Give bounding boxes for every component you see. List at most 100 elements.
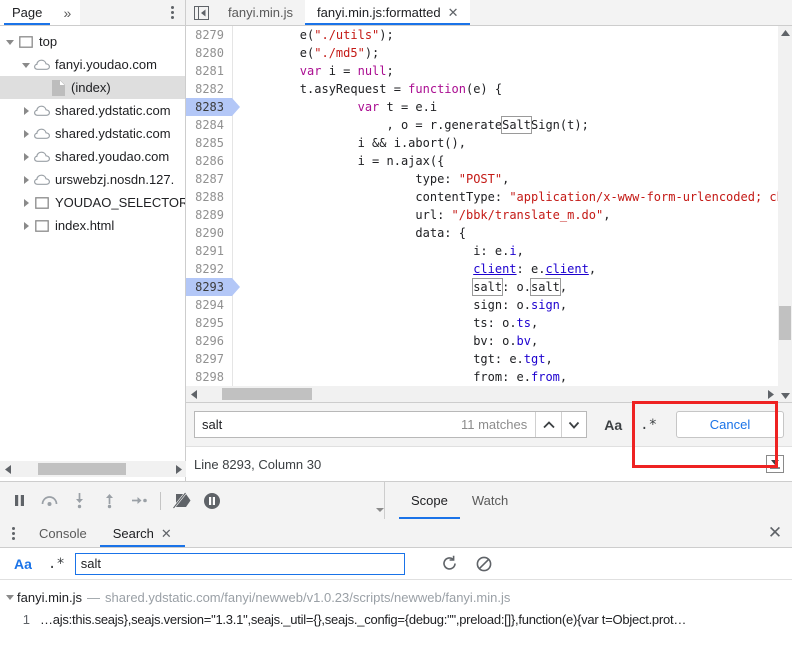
code-line[interactable]: 8288 contentType: "application/x-www-for… xyxy=(186,188,792,206)
navigator-horizontal-scrollbar[interactable] xyxy=(0,461,186,477)
drawer-tab-console[interactable]: Console xyxy=(26,519,100,547)
close-icon[interactable]: ✕ xyxy=(161,527,172,540)
chevron-right-icon[interactable] xyxy=(20,197,32,209)
drawer-more-options-button[interactable] xyxy=(0,519,26,547)
search-regex-button[interactable]: .* xyxy=(40,556,73,572)
tree-item-index[interactable]: (index) xyxy=(0,76,185,99)
code-line[interactable]: 8292 client: e.client, xyxy=(186,260,792,278)
scroll-left-arrow-icon[interactable] xyxy=(186,386,202,402)
step-into-button[interactable] xyxy=(64,486,94,516)
navigator-more-tabs-button[interactable]: » xyxy=(54,0,81,25)
drawer-tab-search[interactable]: Search ✕ xyxy=(99,519,185,547)
line-number[interactable]: 8288 xyxy=(186,188,232,206)
line-number[interactable]: 8281 xyxy=(186,62,232,80)
drawer-close-button[interactable]: ✕ xyxy=(758,519,792,547)
navigator-more-options-button[interactable] xyxy=(159,0,185,25)
code-line[interactable]: 8295 ts: o.ts, xyxy=(186,314,792,332)
scroll-right-arrow-icon[interactable] xyxy=(762,386,778,402)
tree-item-youdao-selector[interactable]: YOUDAO_SELECTOR xyxy=(0,191,185,214)
tree-item-shared-youdao-com[interactable]: shared.youdao.com xyxy=(0,145,185,168)
chevron-right-icon[interactable] xyxy=(20,151,32,163)
navigator-scroll-track[interactable] xyxy=(16,461,170,477)
find-next-button[interactable] xyxy=(561,412,587,437)
chevron-right-icon[interactable] xyxy=(20,128,32,140)
code-line[interactable]: 8294 sign: o.sign, xyxy=(186,296,792,314)
line-number[interactable]: 8286 xyxy=(186,152,232,170)
code-line[interactable]: 8297 tgt: e.tgt, xyxy=(186,350,792,368)
editor-tab-fanyi-min-js[interactable]: fanyi.min.js xyxy=(216,0,306,25)
line-number[interactable]: 8285 xyxy=(186,134,232,152)
code-line[interactable]: 8283 var t = e.i xyxy=(186,98,792,116)
tree-item-index-html[interactable]: index.html xyxy=(0,214,185,237)
search-clear-button[interactable] xyxy=(467,551,501,577)
line-number[interactable]: 8298 xyxy=(186,368,232,386)
pause-script-execution-button[interactable] xyxy=(4,486,34,516)
line-number[interactable]: 8283 xyxy=(186,98,240,116)
tree-item-shared-ydstatic-com[interactable]: shared.ydstatic.com xyxy=(0,122,185,145)
step-button[interactable] xyxy=(124,486,154,516)
line-number[interactable]: 8294 xyxy=(186,296,232,314)
code-line[interactable]: 8293 salt: o.salt, xyxy=(186,278,792,296)
editor-scroll-track[interactable] xyxy=(202,386,762,402)
scroll-up-arrow-icon[interactable] xyxy=(778,26,792,40)
code-line[interactable]: 8286 i = n.ajax({ xyxy=(186,152,792,170)
chevron-right-icon[interactable] xyxy=(20,105,32,117)
find-input-container[interactable]: 11 matches xyxy=(194,411,588,438)
code-line[interactable]: 8296 bv: o.bv, xyxy=(186,332,792,350)
find-previous-button[interactable] xyxy=(536,412,562,437)
line-number[interactable]: 8295 xyxy=(186,314,232,332)
search-result-line[interactable]: 1 …ajs:this.seajs},seajs.version="1.3.1",… xyxy=(0,608,792,630)
find-input[interactable] xyxy=(195,412,453,437)
editor-scroll-thumb[interactable] xyxy=(222,388,312,400)
search-refresh-button[interactable] xyxy=(433,551,467,577)
close-icon[interactable]: ✕ xyxy=(448,6,459,19)
code-line[interactable]: 8280 e("./md5"); xyxy=(186,44,792,62)
code-line[interactable]: 8290 data: { xyxy=(186,224,792,242)
code-line[interactable]: 8284 , o = r.generateSaltSign(t); xyxy=(186,116,792,134)
line-number[interactable]: 8287 xyxy=(186,170,232,188)
line-number[interactable]: 8290 xyxy=(186,224,232,242)
line-number[interactable]: 8292 xyxy=(186,260,232,278)
tab-page[interactable]: Page xyxy=(0,0,55,25)
line-number[interactable]: 8284 xyxy=(186,116,232,134)
tree-item-top[interactable]: top xyxy=(0,30,185,53)
line-number[interactable]: 8280 xyxy=(186,44,232,62)
step-over-button[interactable] xyxy=(34,486,64,516)
line-number[interactable]: 8282 xyxy=(186,80,232,98)
scroll-left-arrow-icon[interactable] xyxy=(0,461,16,477)
code-line[interactable]: 8281 var i = null; xyxy=(186,62,792,80)
editor-tab-fanyi-min-js-formatted[interactable]: fanyi.min.js:formatted ✕ xyxy=(305,0,471,25)
editor-vertical-scroll-thumb[interactable] xyxy=(779,306,791,340)
scroll-right-arrow-icon[interactable] xyxy=(170,461,186,477)
search-result-file[interactable]: fanyi.min.js — shared.ydstatic.com/fanyi/n… xyxy=(0,586,792,608)
pause-on-exceptions-button[interactable] xyxy=(197,486,227,516)
tab-scope[interactable]: Scope xyxy=(399,482,460,519)
search-query-input[interactable] xyxy=(74,552,405,575)
navigator-scroll-thumb[interactable] xyxy=(38,463,126,475)
search-match-case-button[interactable]: Aa xyxy=(6,556,40,572)
chevron-right-icon[interactable] xyxy=(20,220,32,232)
pretty-print-icon[interactable] xyxy=(766,455,784,473)
line-number[interactable]: 8291 xyxy=(186,242,232,260)
editor-vertical-scrollbar[interactable] xyxy=(778,26,792,402)
code-line[interactable]: 8282 t.asyRequest = function(e) { xyxy=(186,80,792,98)
code-line[interactable]: 8287 type: "POST", xyxy=(186,170,792,188)
tree-item-urswebzj-nosdn-127[interactable]: urswebzj.nosdn.127. xyxy=(0,168,185,191)
deactivate-breakpoints-button[interactable] xyxy=(167,486,197,516)
code-line[interactable]: 8291 i: e.i, xyxy=(186,242,792,260)
find-match-case-button[interactable]: Aa xyxy=(595,417,631,433)
line-number[interactable]: 8279 xyxy=(186,26,232,44)
chevron-down-icon[interactable] xyxy=(20,59,32,71)
editor-horizontal-scrollbar[interactable] xyxy=(186,386,778,402)
line-number[interactable]: 8297 xyxy=(186,350,232,368)
line-number[interactable]: 8293 xyxy=(186,278,240,296)
scroll-down-arrow-icon[interactable] xyxy=(778,388,792,402)
code-line[interactable]: 8285 i && i.abort(), xyxy=(186,134,792,152)
code-line[interactable]: 8279 e("./utils"); xyxy=(186,26,792,44)
step-out-button[interactable] xyxy=(94,486,124,516)
line-number[interactable]: 8289 xyxy=(186,206,232,224)
find-regex-button[interactable]: .* xyxy=(631,417,666,433)
chevron-right-icon[interactable] xyxy=(20,174,32,186)
chevron-down-icon[interactable] xyxy=(4,36,16,48)
toggle-navigator-button[interactable] xyxy=(186,0,216,25)
